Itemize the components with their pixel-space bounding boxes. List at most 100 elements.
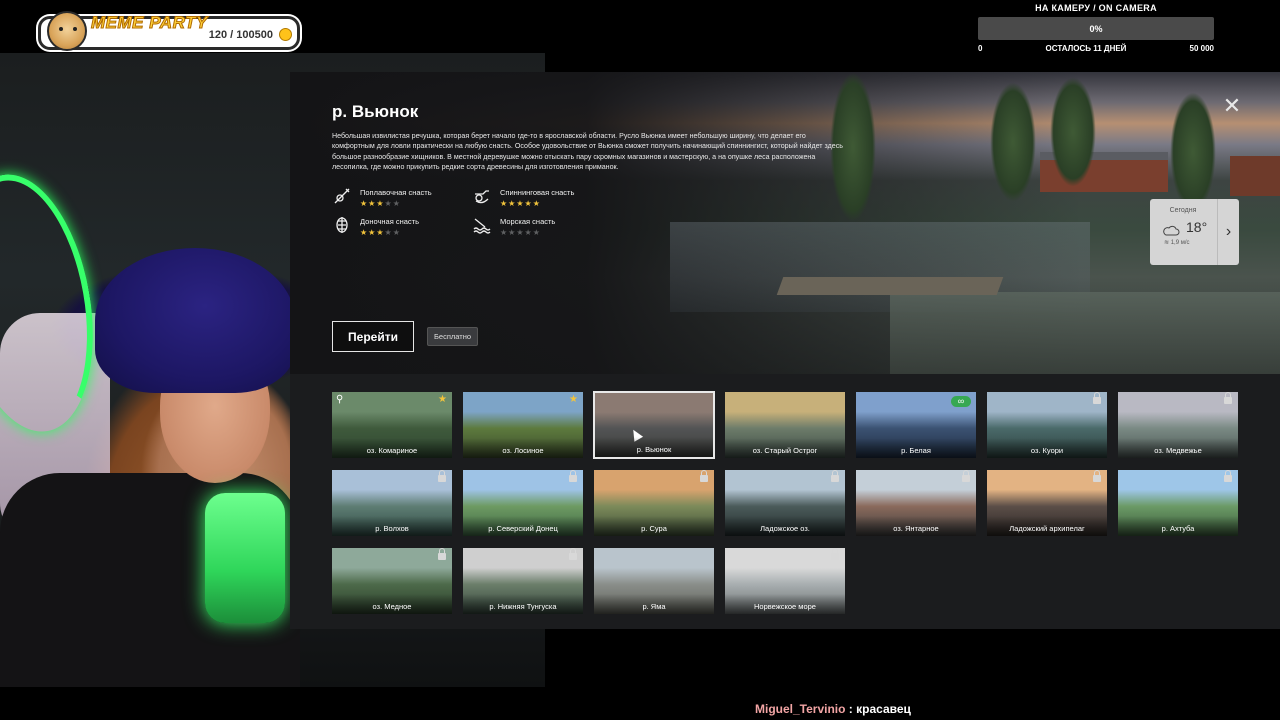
rating-star-icon: ★	[392, 228, 400, 237]
location-tile[interactable]: р. Волхов	[331, 469, 453, 537]
rating-star-icon: ★	[500, 228, 508, 237]
location-name: оз. Старый Острог	[725, 438, 845, 458]
lock-icon	[1224, 392, 1232, 404]
gear-bottom: Доночная снасть ★ ★ ★ ★ ★	[332, 215, 419, 237]
chat-nick: Miguel_Tervinio	[755, 702, 846, 716]
location-tile[interactable]: р. Яма	[593, 547, 715, 615]
badge-count: 120 / 100500	[208, 29, 273, 41]
star-icon: ★	[569, 394, 578, 405]
location-name: р. Белая	[856, 438, 976, 458]
location-name: Ладожское оз.	[725, 516, 845, 536]
location-name: р. Вьюнок	[595, 437, 713, 457]
rating-star-icon: ★	[508, 228, 516, 237]
lock-icon	[831, 548, 839, 560]
tree	[990, 82, 1036, 202]
rating-star-icon: ★	[516, 228, 524, 237]
location-tile[interactable]: оз. Янтарное	[855, 469, 977, 537]
goal-title: НА КАМЕРУ / ON CAMERA	[1035, 3, 1157, 13]
location-tile[interactable]: р. Северский Донец	[462, 469, 584, 537]
lock-icon	[438, 470, 446, 482]
rating-star-icon: ★	[368, 199, 376, 208]
location-name: Норвежское море	[725, 594, 845, 614]
pier	[776, 277, 1004, 295]
location-name: оз. Янтарное	[856, 516, 976, 536]
location-tile[interactable]: Ладожское оз.	[724, 469, 846, 537]
location-tile[interactable]: оз. Куори	[986, 391, 1108, 459]
location-tile[interactable]: ∞ р. Белая	[855, 391, 977, 459]
location-name: оз. Куори	[987, 438, 1107, 458]
lock-icon	[1093, 470, 1101, 482]
location-tile[interactable]: ★ оз. Лосиное	[462, 391, 584, 459]
go-button[interactable]: Перейти	[332, 321, 414, 352]
location-tile[interactable]: р. Ахтуба	[1117, 469, 1239, 537]
location-tile[interactable]: оз. Медвежье	[1117, 391, 1239, 459]
tree	[1050, 77, 1096, 187]
chat-separator: :	[845, 702, 857, 716]
location-name: р. Нижняя Тунгуска	[463, 594, 583, 614]
goal-max: 50 000	[1189, 44, 1214, 53]
rating-star-icon: ★	[368, 228, 376, 237]
location-tile[interactable]: оз. Медное	[331, 547, 453, 615]
location-tile[interactable]: р. Вьюнок	[593, 391, 715, 459]
location-tile[interactable]: Норвежское море	[724, 547, 846, 615]
gear-rating: ★ ★ ★ ★ ★	[500, 229, 555, 237]
location-name: оз. Медное	[332, 594, 452, 614]
bottom-rod-icon	[332, 215, 352, 235]
rating-star-icon: ★	[516, 199, 524, 208]
location-name: р. Сура	[594, 516, 714, 536]
doge-icon	[47, 11, 87, 51]
rating-star-icon: ★	[508, 199, 516, 208]
float-rod-icon	[332, 186, 352, 206]
weather-wind: ≋ 1,9 м/с	[1164, 239, 1190, 246]
rating-star-icon: ★	[376, 228, 384, 237]
goal-remaining: ОСТАЛОСЬ 11 ДНЕЙ	[1045, 44, 1127, 53]
rating-star-icon: ★	[360, 199, 368, 208]
chevron-right-icon[interactable]: ›	[1217, 199, 1239, 265]
location-tile[interactable]: р. Нижняя Тунгуска	[462, 547, 584, 615]
gear-label: Доночная снасть	[360, 217, 420, 226]
location-name: р. Яма	[594, 594, 714, 614]
location-title: р. Вьюнок	[332, 102, 419, 121]
lock-icon	[1093, 392, 1101, 404]
rating-star-icon: ★	[500, 199, 508, 208]
chat-message: Miguel_Tervinio : красавец	[755, 702, 911, 716]
gear-rating: ★ ★ ★ ★ ★	[360, 229, 419, 237]
tree	[1170, 92, 1216, 212]
rating-star-icon: ★	[392, 199, 400, 208]
location-panel: ✕ р. Вьюнок Небольшая извилистая речушка…	[290, 72, 1280, 629]
chat-text: красавец	[856, 702, 911, 716]
gear-rating: ★ ★ ★ ★ ★	[500, 200, 574, 208]
close-icon[interactable]: ✕	[1222, 95, 1242, 117]
star-icon: ★	[438, 394, 447, 405]
location-pin-icon: ⚲	[336, 394, 344, 405]
location-tile[interactable]: ⚲ ★ оз. Комариное	[331, 391, 453, 459]
gear-label: Поплавочная снасть	[360, 188, 432, 197]
location-name: р. Волхов	[332, 516, 452, 536]
rating-star-icon: ★	[532, 228, 540, 237]
meme-party-badge: MEME PARTY 120 / 100500	[38, 11, 300, 51]
lock-icon	[569, 548, 577, 560]
location-name: оз. Медвежье	[1118, 438, 1238, 458]
location-tile[interactable]: р. Сура	[593, 469, 715, 537]
gear-label: Морская снасть	[500, 217, 556, 226]
streamer-hat	[95, 248, 295, 393]
weather-widget[interactable]: Сегодня 18° ≋ 1,9 м/с ›	[1150, 199, 1239, 265]
location-name: р. Северский Донец	[463, 516, 583, 536]
wind-speed: 1,9 м/с	[1170, 240, 1190, 246]
gear-rating: ★ ★ ★ ★ ★	[360, 200, 432, 208]
location-tile[interactable]: Ладожский архипелаг	[986, 469, 1108, 537]
goal-percent: 0%	[1089, 23, 1103, 34]
goal-progress-bar: 0%	[978, 17, 1214, 40]
camera-goal: НА КАМЕРУ / ON CAMERA 0% 0 ОСТАЛОСЬ 11 Д…	[978, 3, 1214, 53]
lock-icon	[1224, 470, 1232, 482]
rating-star-icon: ★	[524, 199, 532, 208]
gear-spinning: Спиннинговая снасть ★ ★ ★ ★ ★	[472, 186, 574, 208]
goal-min: 0	[978, 44, 983, 53]
sea-rod-icon	[472, 215, 492, 235]
rating-star-icon: ★	[524, 228, 532, 237]
location-name: Ладожский архипелаг	[987, 516, 1107, 536]
cloud-icon	[1163, 225, 1180, 236]
gear-label: Спиннинговая снасть	[500, 188, 575, 197]
rating-star-icon: ★	[376, 199, 384, 208]
location-tile[interactable]: оз. Старый Острог	[724, 391, 846, 459]
